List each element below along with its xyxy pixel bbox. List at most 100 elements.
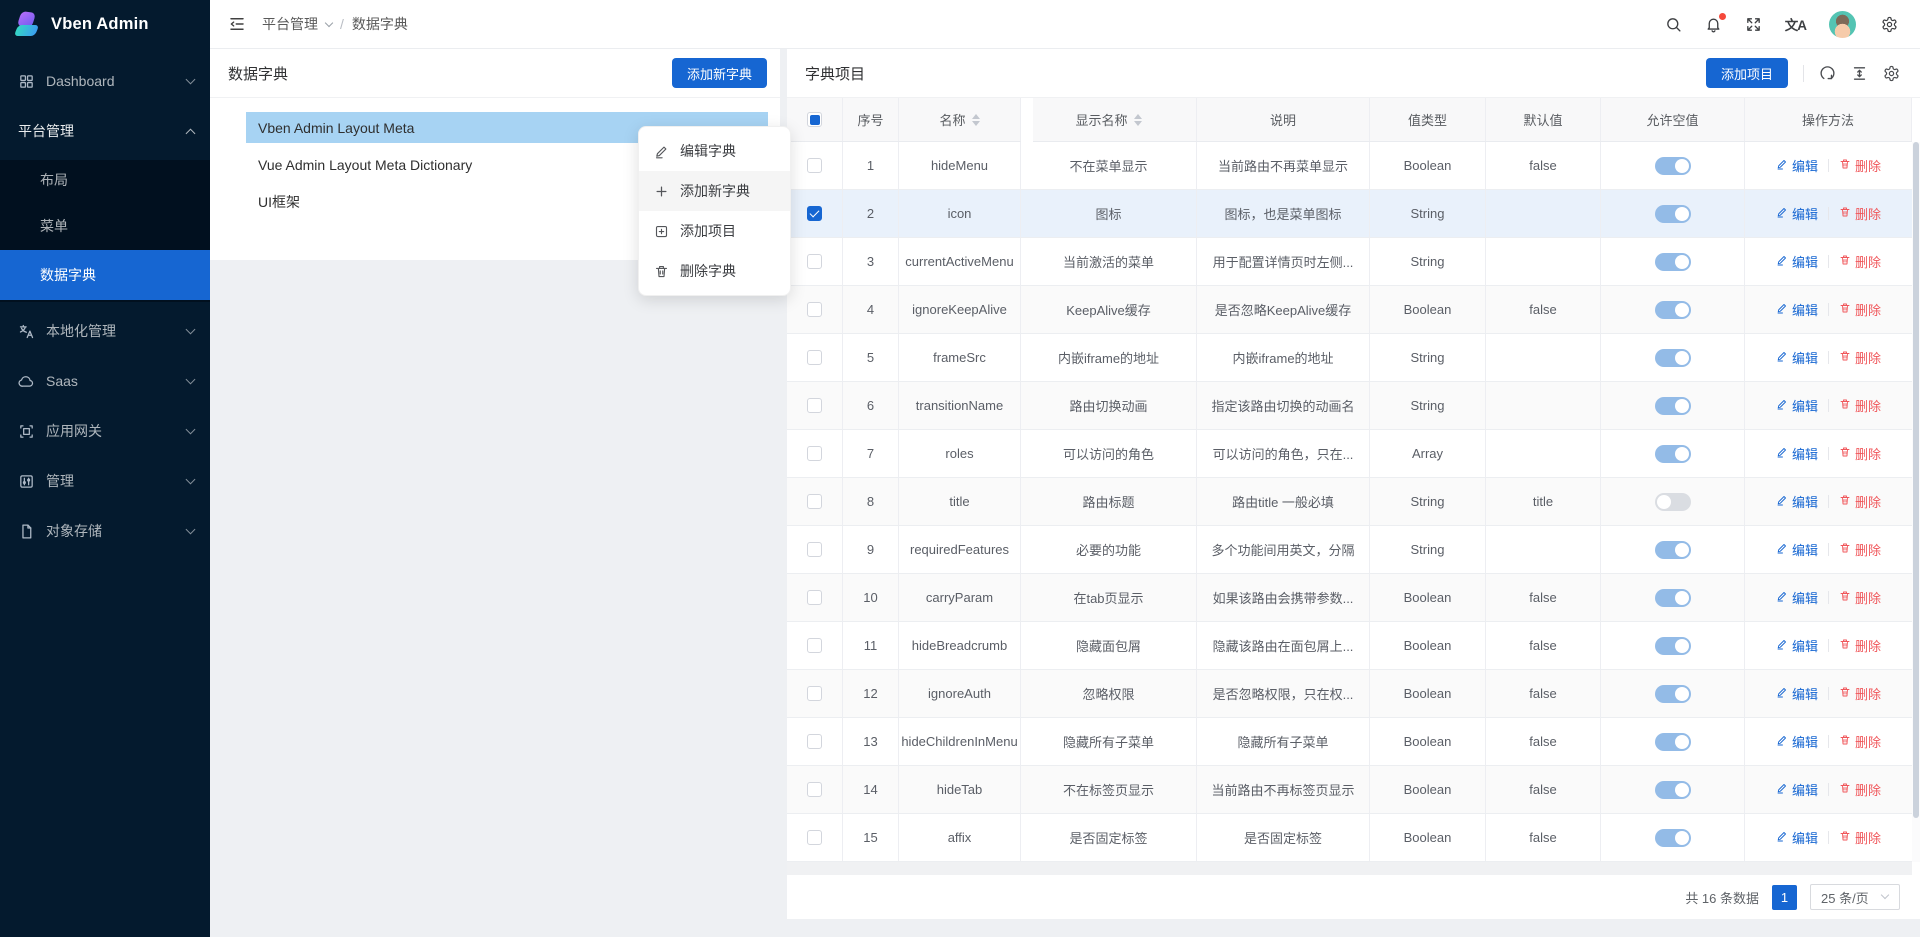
allow-null-toggle[interactable] <box>1655 493 1691 511</box>
allow-null-toggle[interactable] <box>1655 349 1691 367</box>
row-checkbox[interactable] <box>807 302 822 317</box>
allow-null-toggle[interactable] <box>1655 445 1691 463</box>
edit-link[interactable]: 编辑 <box>1776 396 1818 415</box>
add-item-button[interactable]: 添加项目 <box>1706 58 1788 88</box>
settings-gear-icon[interactable] <box>1881 16 1898 33</box>
row-checkbox-cell[interactable] <box>787 574 843 621</box>
delete-link[interactable]: 删除 <box>1839 588 1881 607</box>
row-checkbox[interactable] <box>807 542 822 557</box>
column-header[interactable]: 显示名称 <box>1021 98 1197 141</box>
edit-link[interactable]: 编辑 <box>1776 732 1818 751</box>
edit-link[interactable]: 编辑 <box>1776 348 1818 367</box>
app-logo[interactable]: Vben Admin <box>0 0 210 49</box>
row-checkbox[interactable] <box>807 830 822 845</box>
edit-link[interactable]: 编辑 <box>1776 252 1818 271</box>
context-menu-item-delete-dictionary[interactable]: 删除字典 <box>639 251 790 291</box>
row-checkbox[interactable] <box>807 158 822 173</box>
sidebar-item-localization[interactable]: 本地化管理 <box>0 310 210 352</box>
delete-link[interactable]: 删除 <box>1839 636 1881 655</box>
sidebar-item-management[interactable]: 管理 <box>0 460 210 502</box>
sidebar-collapse-icon[interactable] <box>228 15 246 33</box>
sidebar-item-platform-management[interactable]: 平台管理 <box>0 110 210 152</box>
row-checkbox[interactable] <box>807 782 822 797</box>
edit-link[interactable]: 编辑 <box>1776 300 1818 319</box>
delete-link[interactable]: 删除 <box>1839 396 1881 415</box>
edit-link[interactable]: 编辑 <box>1776 540 1818 559</box>
fullscreen-icon[interactable] <box>1745 16 1762 33</box>
delete-link[interactable]: 删除 <box>1839 444 1881 463</box>
allow-null-toggle[interactable] <box>1655 157 1691 175</box>
sidebar-item-dashboard[interactable]: Dashboard <box>0 60 210 102</box>
edit-link[interactable]: 编辑 <box>1776 444 1818 463</box>
page-size-select[interactable]: 25 条/页 <box>1810 884 1900 910</box>
row-checkbox-cell[interactable] <box>787 238 843 285</box>
row-checkbox[interactable] <box>807 206 822 221</box>
row-checkbox[interactable] <box>807 446 822 461</box>
allow-null-toggle[interactable] <box>1655 541 1691 559</box>
language-translate-icon[interactable]: 文A <box>1785 14 1806 34</box>
edit-link[interactable]: 编辑 <box>1776 684 1818 703</box>
page-number-button[interactable]: 1 <box>1772 885 1797 910</box>
row-height-icon[interactable] <box>1851 65 1868 82</box>
delete-link[interactable]: 删除 <box>1839 348 1881 367</box>
allow-null-toggle[interactable] <box>1655 781 1691 799</box>
sort-carets-icon[interactable] <box>1134 114 1142 126</box>
row-checkbox-cell[interactable] <box>787 430 843 477</box>
column-settings-gear-icon[interactable] <box>1883 65 1900 82</box>
edit-link[interactable]: 编辑 <box>1776 636 1818 655</box>
vertical-scrollbar-thumb[interactable] <box>1913 142 1919 818</box>
allow-null-toggle[interactable] <box>1655 637 1691 655</box>
allow-null-toggle[interactable] <box>1655 733 1691 751</box>
refresh-icon[interactable] <box>1819 65 1836 82</box>
row-checkbox-cell[interactable] <box>787 142 843 189</box>
column-header[interactable]: 名称 <box>899 98 1021 141</box>
allow-null-toggle[interactable] <box>1655 205 1691 223</box>
context-menu-item-edit-dictionary[interactable]: 编辑字典 <box>639 131 790 171</box>
vertical-scrollbar[interactable] <box>1912 142 1920 862</box>
allow-null-toggle[interactable] <box>1655 829 1691 847</box>
search-icon[interactable] <box>1665 16 1682 33</box>
delete-link[interactable]: 删除 <box>1839 828 1881 847</box>
horizontal-scrollbar[interactable] <box>787 862 1912 875</box>
delete-link[interactable]: 删除 <box>1839 540 1881 559</box>
add-dictionary-button[interactable]: 添加新字典 <box>672 58 767 88</box>
row-checkbox-cell[interactable] <box>787 334 843 381</box>
row-checkbox[interactable] <box>807 350 822 365</box>
allow-null-toggle[interactable] <box>1655 253 1691 271</box>
row-checkbox-cell[interactable] <box>787 718 843 765</box>
edit-link[interactable]: 编辑 <box>1776 780 1818 799</box>
edit-link[interactable]: 编辑 <box>1776 492 1818 511</box>
row-checkbox[interactable] <box>807 398 822 413</box>
row-checkbox-cell[interactable] <box>787 766 843 813</box>
row-checkbox-cell[interactable] <box>787 622 843 669</box>
sidebar-item-data-dictionary[interactable]: 数据字典 <box>0 250 210 300</box>
row-checkbox[interactable] <box>807 590 822 605</box>
allow-null-toggle[interactable] <box>1655 685 1691 703</box>
row-checkbox-cell[interactable] <box>787 814 843 861</box>
edit-link[interactable]: 编辑 <box>1776 204 1818 223</box>
allow-null-toggle[interactable] <box>1655 589 1691 607</box>
breadcrumb-page[interactable]: 数据字典 <box>352 14 408 34</box>
select-all-checkbox-cell[interactable] <box>787 98 843 141</box>
delete-link[interactable]: 删除 <box>1839 780 1881 799</box>
row-checkbox-cell[interactable] <box>787 382 843 429</box>
edit-link[interactable]: 编辑 <box>1776 828 1818 847</box>
edit-link[interactable]: 编辑 <box>1776 156 1818 175</box>
delete-link[interactable]: 删除 <box>1839 204 1881 223</box>
edit-link[interactable]: 编辑 <box>1776 588 1818 607</box>
user-avatar[interactable] <box>1829 11 1856 38</box>
sort-carets-icon[interactable] <box>972 114 980 126</box>
row-checkbox[interactable] <box>807 494 822 509</box>
row-checkbox[interactable] <box>807 734 822 749</box>
allow-null-toggle[interactable] <box>1655 397 1691 415</box>
row-checkbox-cell[interactable] <box>787 190 843 237</box>
delete-link[interactable]: 删除 <box>1839 684 1881 703</box>
delete-link[interactable]: 删除 <box>1839 156 1881 175</box>
row-checkbox-cell[interactable] <box>787 526 843 573</box>
row-checkbox-cell[interactable] <box>787 478 843 525</box>
context-menu-item-add-item[interactable]: 添加项目 <box>639 211 790 251</box>
delete-link[interactable]: 删除 <box>1839 300 1881 319</box>
row-checkbox-cell[interactable] <box>787 286 843 333</box>
allow-null-toggle[interactable] <box>1655 301 1691 319</box>
select-all-checkbox[interactable] <box>807 112 822 127</box>
